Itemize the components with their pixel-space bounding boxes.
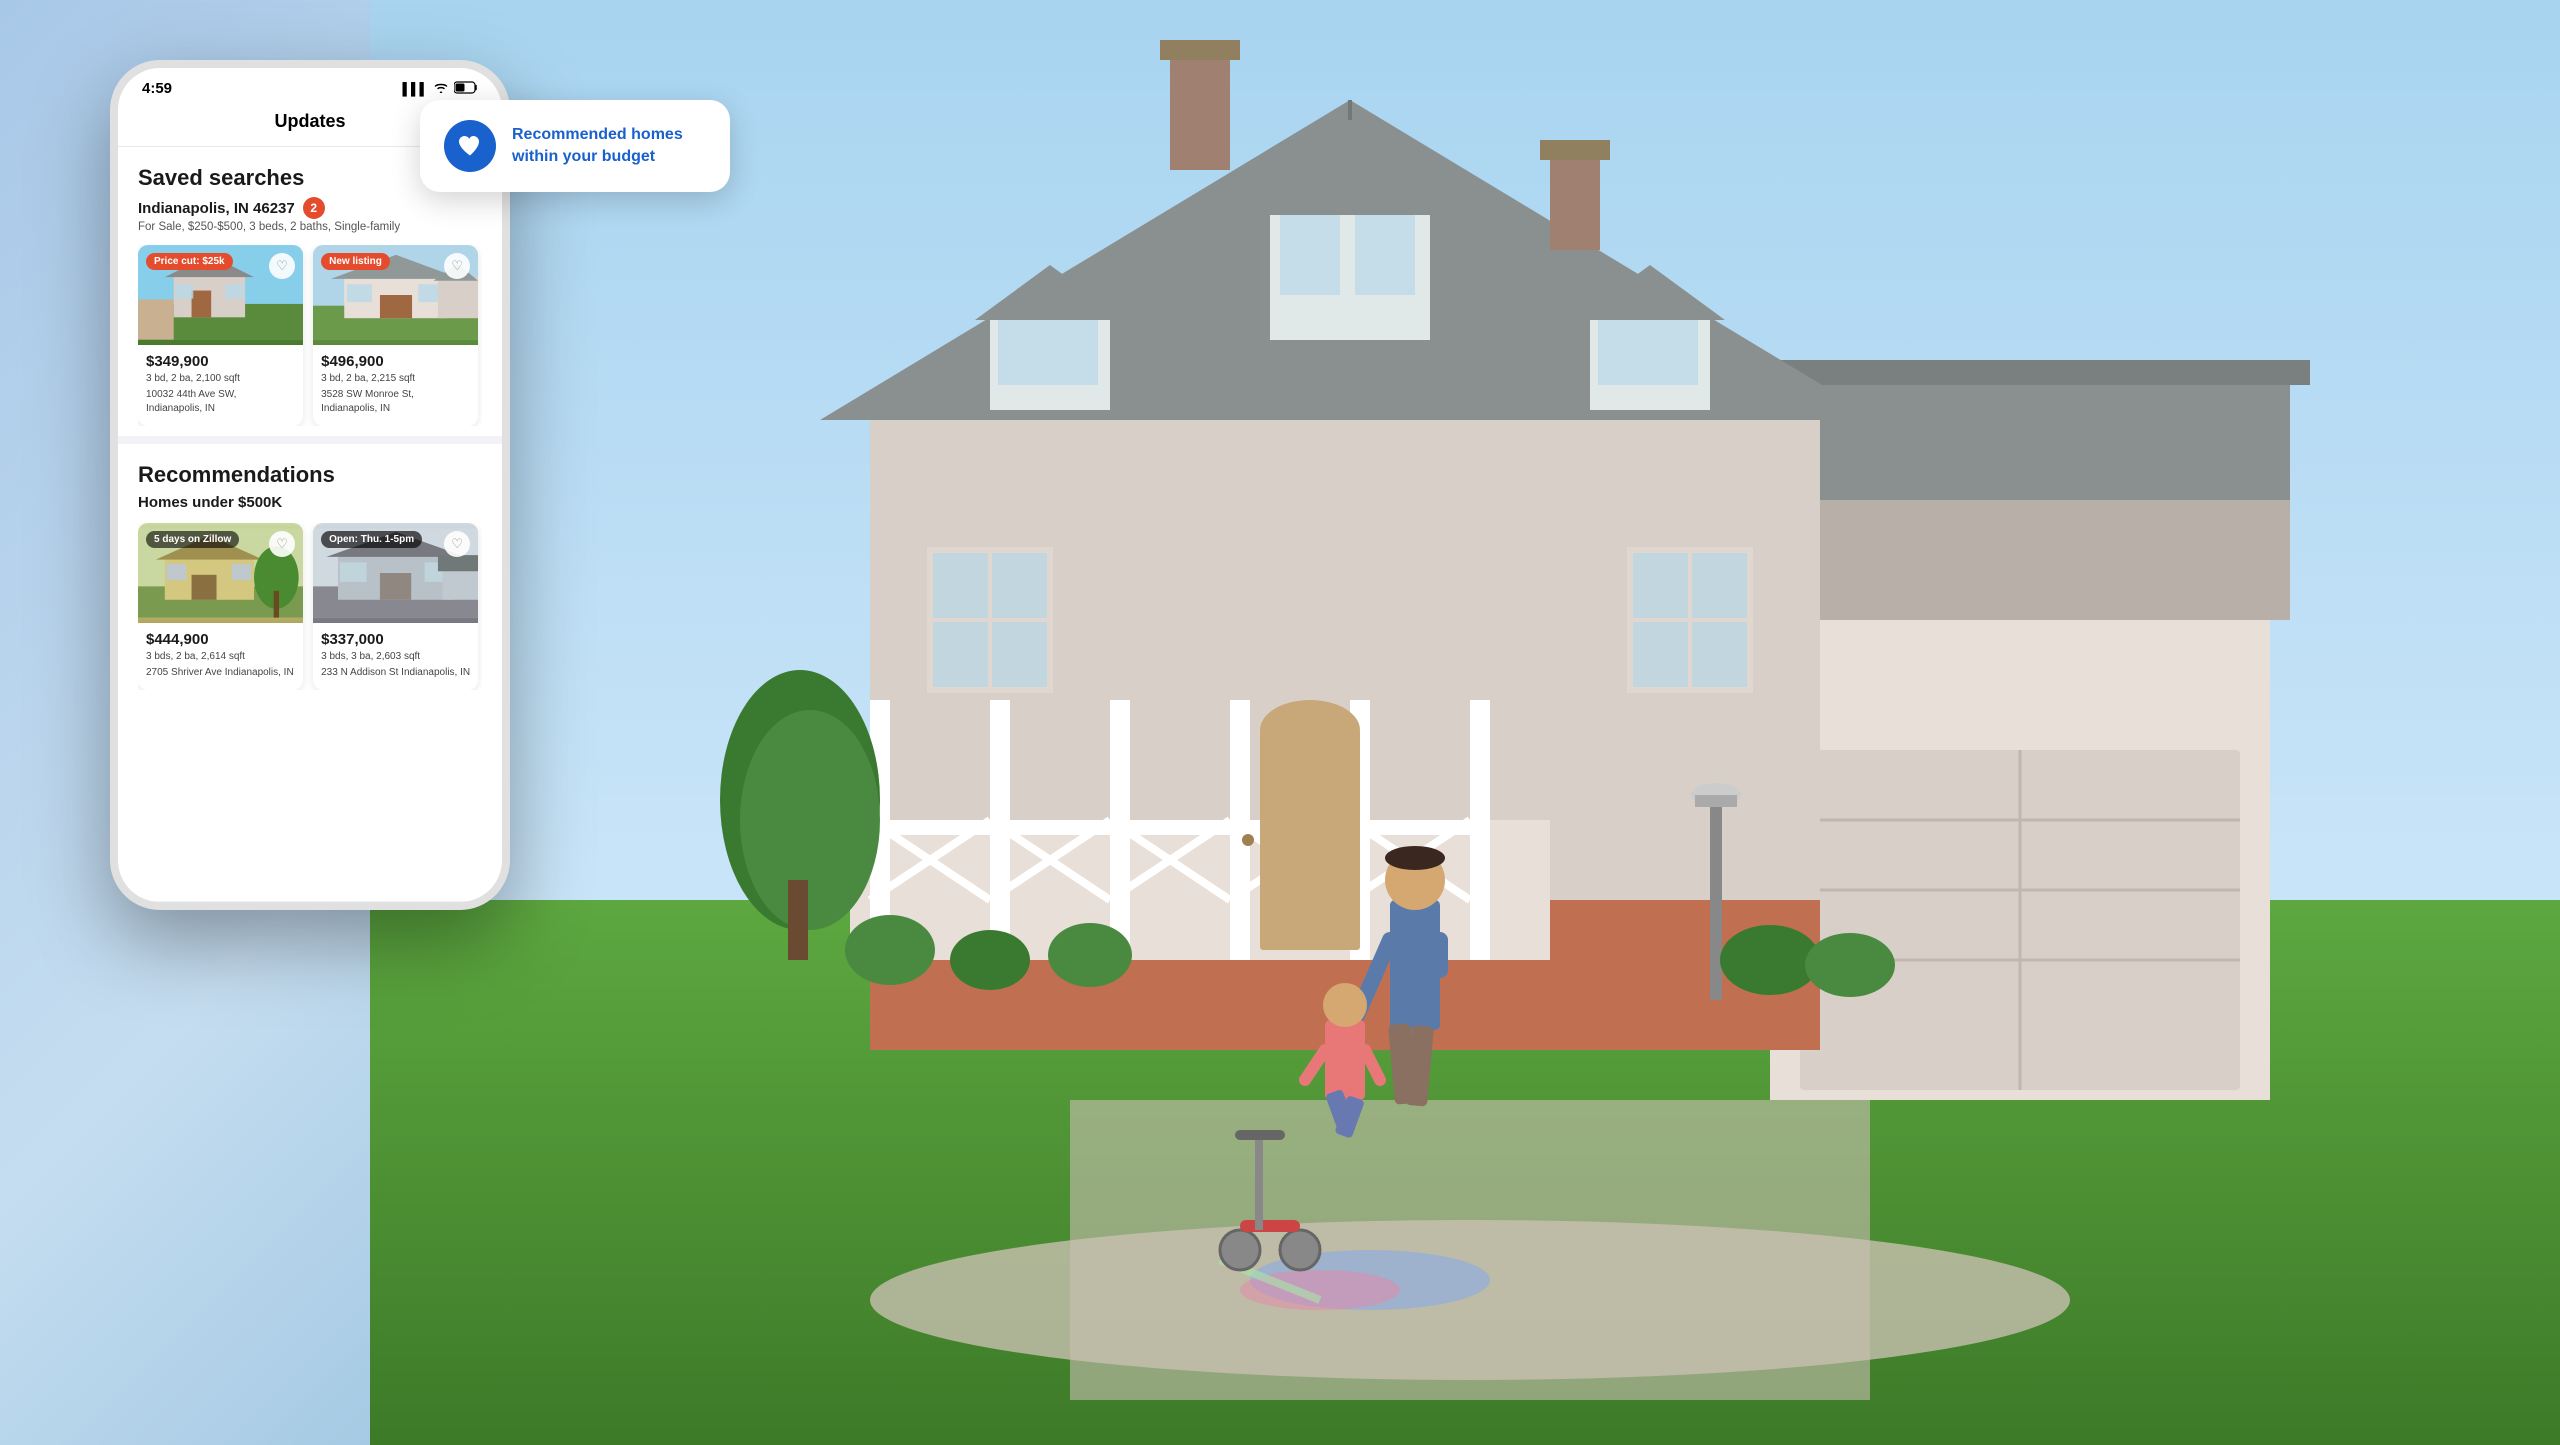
heart-button-3[interactable]: ♡	[269, 531, 295, 557]
search-location: Indianapolis, IN 46237 2	[138, 197, 482, 219]
rec-card-address-2: 233 N Addison St Indianapolis, IN	[321, 666, 470, 680]
recommendations-section: Recommendations Homes under $500K	[118, 444, 502, 700]
battery-icon	[454, 81, 478, 97]
status-time: 4:59	[142, 80, 172, 97]
property-card-1[interactable]: Price cut: $25k ♡ $349,900 3 bd, 2 ba, 2…	[138, 245, 303, 426]
rec-card-image-2: Open: Thu. 1-5pm ♡	[313, 523, 478, 623]
card-image-2: New listing ♡	[313, 245, 478, 345]
rec-card-address-1: 2705 Shriver Ave Indianapolis, IN	[146, 666, 295, 680]
card-address-1: 10032 44th Ave SW, Indianapolis, IN	[146, 388, 295, 416]
notification-text: Recommended homes within your budget	[512, 124, 706, 167]
card-price-1: $349,900	[146, 353, 295, 370]
phone-content[interactable]: Saved searches Indianapolis, IN 46237 2 …	[118, 147, 502, 901]
property-card-2[interactable]: New listing ♡ $496,900 3 bd, 2 ba, 2,215…	[313, 245, 478, 426]
wifi-icon	[433, 81, 449, 96]
rec-card-2[interactable]: Open: Thu. 1-5pm ♡ $337,000 3 bds, 3 ba,…	[313, 523, 478, 690]
app-header-title: Updates	[274, 111, 345, 131]
open-house-tag: Open: Thu. 1-5pm	[321, 531, 422, 548]
card-image-1: Price cut: $25k ♡	[138, 245, 303, 345]
rec-card-image-1: 5 days on Zillow ♡	[138, 523, 303, 623]
recommendations-title: Recommendations	[138, 462, 482, 488]
card-address-2: 3528 SW Monroe St, Indianapolis, IN	[321, 388, 470, 416]
notification-icon	[444, 120, 496, 172]
rec-card-price-2: $337,000	[321, 631, 470, 648]
rec-card-price-1: $444,900	[146, 631, 295, 648]
price-cut-tag: Price cut: $25k	[146, 253, 233, 270]
signal-icon: ▌▌▌	[402, 82, 428, 96]
card-details-2: 3 bd, 2 ba, 2,215 sqft	[321, 372, 470, 386]
card-details-1: 3 bd, 2 ba, 2,100 sqft	[146, 372, 295, 386]
heart-icon	[457, 134, 483, 158]
status-bar: 4:59 ▌▌▌	[118, 68, 502, 103]
search-subtitle: For Sale, $250-$500, 3 beds, 2 baths, Si…	[138, 221, 482, 233]
status-icons: ▌▌▌	[402, 81, 478, 97]
notification-badge: 2	[303, 197, 325, 219]
rec-subtitle: Homes under $500K	[138, 494, 482, 511]
section-divider	[118, 436, 502, 444]
rec-card-1[interactable]: 5 days on Zillow ♡ $444,900 3 bds, 2 ba,…	[138, 523, 303, 690]
recommendation-cards: 5 days on Zillow ♡ $444,900 3 bds, 2 ba,…	[138, 523, 482, 690]
new-listing-tag: New listing	[321, 253, 390, 270]
days-on-zillow-tag: 5 days on Zillow	[146, 531, 239, 548]
house-scene-svg	[370, 0, 2560, 1445]
card-price-2: $496,900	[321, 353, 470, 370]
rec-card-details-1: 3 bds, 2 ba, 2,614 sqft	[146, 650, 295, 664]
heart-button-1[interactable]: ♡	[269, 253, 295, 279]
saved-search-cards: Price cut: $25k ♡ $349,900 3 bd, 2 ba, 2…	[138, 245, 482, 426]
notification-bubble: Recommended homes within your budget	[420, 100, 730, 192]
rec-card-details-2: 3 bds, 3 ba, 2,603 sqft	[321, 650, 470, 664]
